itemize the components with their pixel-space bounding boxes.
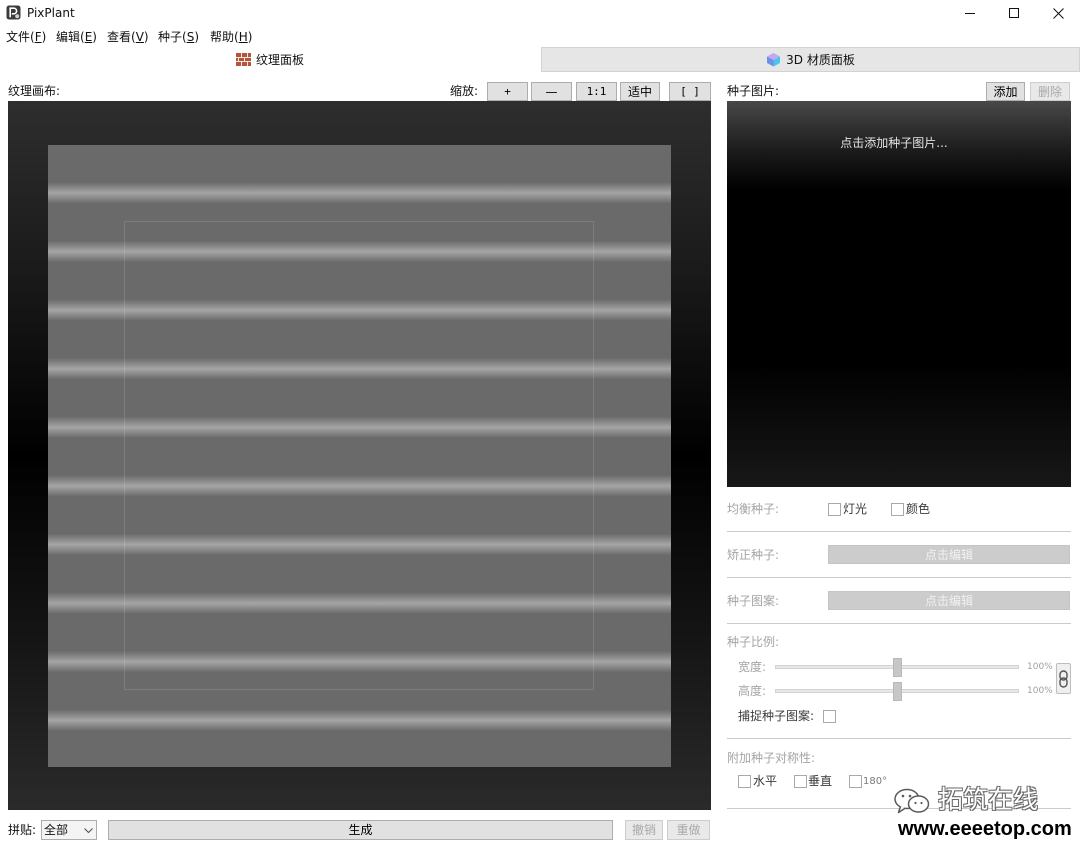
symmetry-horizontal-checkbox[interactable] (738, 775, 751, 788)
watermark-url: www.eeeetop.com (898, 818, 1072, 840)
brick-icon (235, 53, 251, 66)
zoom-full-button[interactable]: [ ] (669, 82, 711, 101)
seed-pattern-label: 种子图案: (727, 594, 780, 608)
symmetry-180-checkbox[interactable] (849, 775, 862, 788)
minimize-icon (965, 8, 975, 18)
seed-image-placeholder: 点击添加种子图片... (840, 136, 948, 150)
slider-thumb[interactable] (892, 658, 902, 677)
watermark-name: 拓筑在线 (938, 785, 1039, 814)
tab-3d-material-panel[interactable]: 3D 材质面板 (541, 47, 1080, 72)
menu-bar: 文件(F) 编辑(E) 查看(V) 种子(S) 帮助(H) (0, 26, 1080, 47)
redo-button[interactable]: 重做 (667, 820, 710, 840)
texture-preview (48, 145, 671, 767)
scale-height-slider[interactable] (775, 682, 1019, 701)
balance-seed-label: 均衡种子: (727, 502, 780, 516)
menu-seed[interactable]: 种子(S) (158, 30, 199, 44)
tiling-select[interactable]: 全部 (41, 820, 97, 840)
symmetry-vertical-label[interactable]: 垂直 (808, 774, 832, 788)
undo-button[interactable]: 撤销 (625, 820, 663, 840)
divider (727, 577, 1071, 578)
add-seed-button[interactable]: 添加 (986, 82, 1025, 101)
menu-edit[interactable]: 编辑(E) (56, 30, 97, 44)
divider (727, 531, 1071, 532)
close-icon (1052, 7, 1064, 19)
generate-button[interactable]: 生成 (108, 820, 613, 840)
balance-color-label[interactable]: 颜色 (906, 502, 930, 516)
tab-label: 3D 材质面板 (786, 53, 855, 67)
snap-seed-pattern-checkbox[interactable] (823, 710, 836, 723)
minimize-button[interactable] (948, 0, 992, 26)
maximize-button[interactable] (992, 0, 1036, 26)
snap-seed-pattern-label[interactable]: 捕捉种子图案: (738, 709, 814, 723)
scale-height-label: 高度: (738, 684, 767, 698)
scale-width-value: 100% (1027, 662, 1053, 672)
tab-texture-panel[interactable]: 纹理面板 (0, 47, 540, 72)
scale-height-value: 100% (1027, 686, 1053, 696)
zoom-in-button[interactable]: + (487, 82, 528, 101)
tab-label: 纹理面板 (255, 53, 304, 67)
seed-pattern-edit-button[interactable]: 点击编辑 (828, 591, 1070, 610)
balance-light-checkbox[interactable] (828, 503, 841, 516)
divider (727, 738, 1071, 739)
balance-color-checkbox[interactable] (891, 503, 904, 516)
seed-scale-label: 种子比例: (727, 635, 780, 649)
chevron-down-icon (84, 828, 93, 834)
zoom-label: 缩放: (450, 84, 479, 98)
seed-image-area[interactable]: 点击添加种子图片... (727, 101, 1071, 487)
maximize-icon (1009, 8, 1019, 18)
cube-icon (766, 52, 781, 67)
correct-seed-edit-button[interactable]: 点击编辑 (828, 545, 1070, 564)
texture-canvas-label: 纹理画布: (8, 84, 61, 98)
zoom-out-button[interactable]: — (531, 82, 572, 101)
symmetry-horizontal-label[interactable]: 水平 (753, 774, 777, 788)
pixplant-logo-icon (6, 5, 21, 20)
menu-view[interactable]: 查看(V) (107, 30, 149, 44)
link-aspect-button[interactable] (1056, 663, 1071, 694)
symmetry-180-label[interactable]: 180° (863, 775, 887, 789)
scale-width-slider[interactable] (775, 658, 1019, 677)
delete-seed-button[interactable]: 删除 (1030, 82, 1070, 101)
symmetry-vertical-checkbox[interactable] (794, 775, 807, 788)
texture-canvas[interactable] (8, 101, 711, 810)
close-button[interactable] (1036, 0, 1080, 26)
divider (727, 623, 1071, 624)
zoom-fit-button[interactable]: 适中 (620, 82, 660, 101)
tile-boundary (124, 221, 594, 690)
chain-link-icon (1059, 669, 1068, 688)
tiling-label: 拼贴: (8, 823, 37, 837)
wechat-icon (893, 787, 931, 815)
menu-file[interactable]: 文件(F) (6, 30, 46, 44)
correct-seed-label: 矫正种子: (727, 548, 780, 562)
balance-light-label[interactable]: 灯光 (843, 502, 867, 516)
zoom-actual-size-button[interactable]: 1:1 (576, 82, 617, 101)
tiling-select-value: 全部 (44, 823, 69, 837)
menu-help[interactable]: 帮助(H) (210, 30, 252, 44)
title-bar[interactable]: PixPlant (0, 0, 1080, 26)
slider-thumb[interactable] (892, 682, 902, 701)
seed-symmetry-label: 附加种子对称性: (727, 751, 816, 765)
window-title: PixPlant (27, 6, 75, 20)
seed-images-label: 种子图片: (727, 84, 780, 98)
scale-width-label: 宽度: (738, 660, 767, 674)
